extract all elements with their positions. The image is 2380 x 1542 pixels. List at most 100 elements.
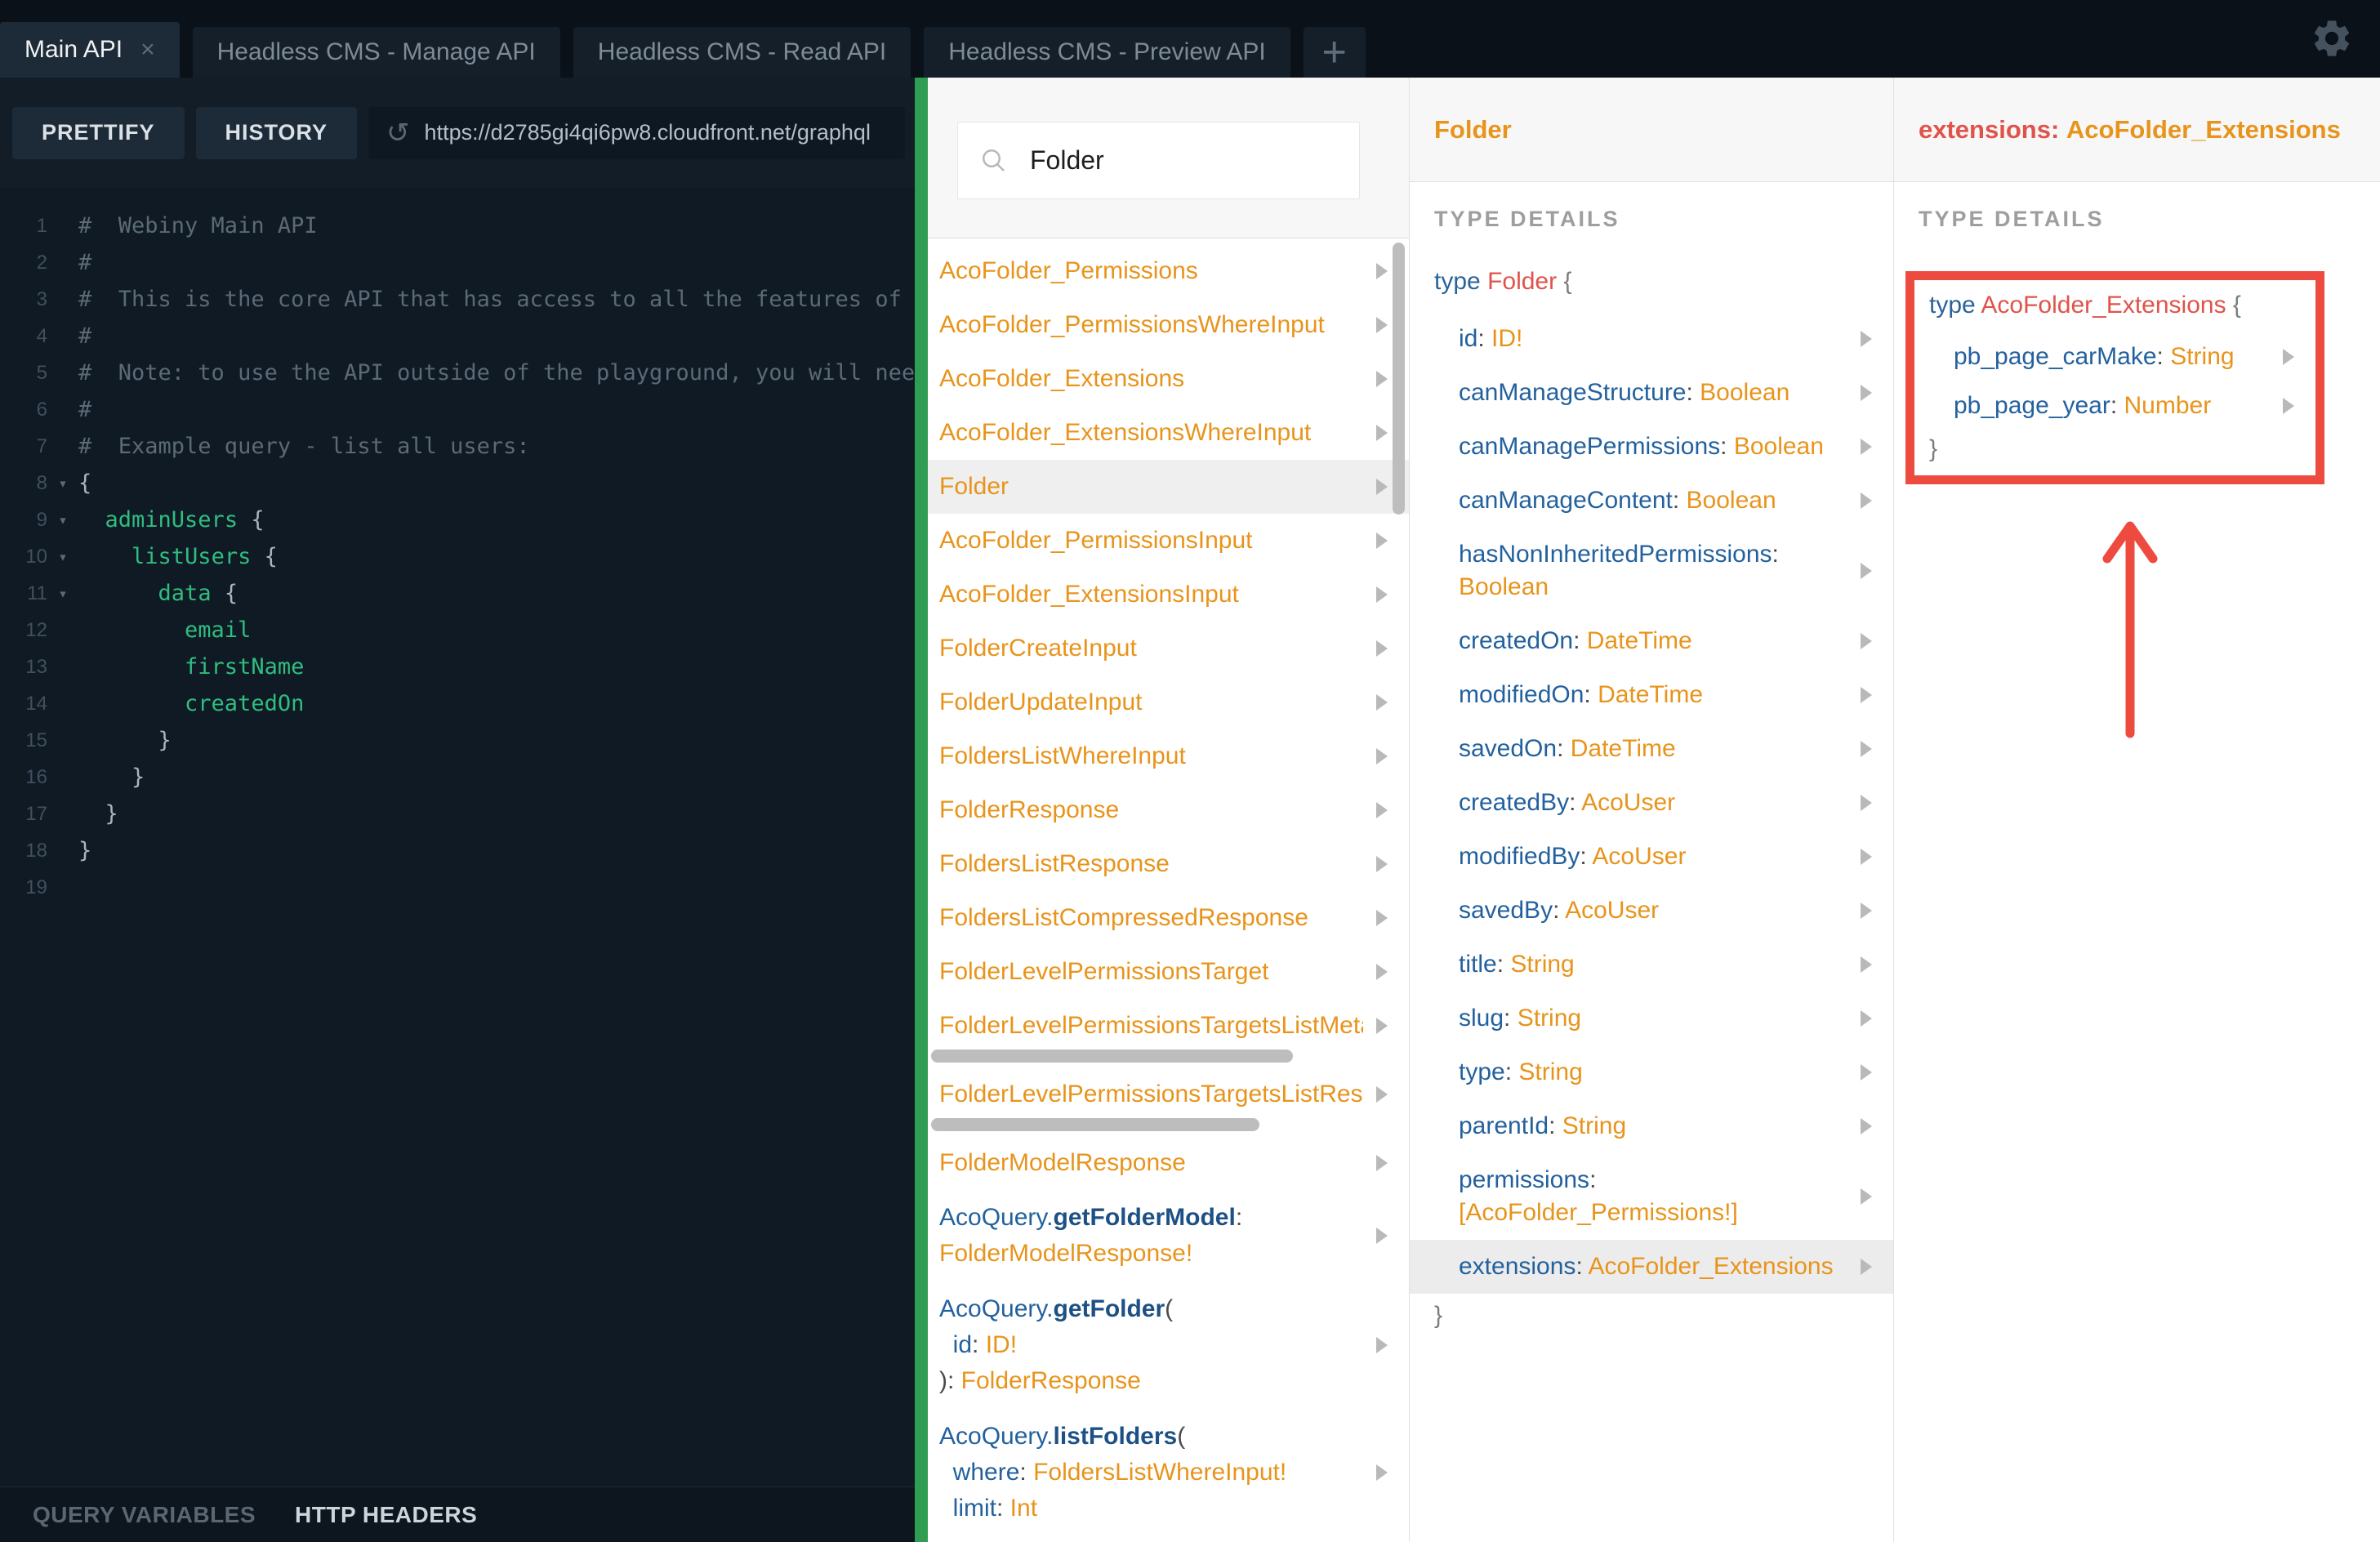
doc-item[interactable]: AcoFolder_Permissions xyxy=(928,244,1409,298)
text-segment xyxy=(78,507,105,533)
field-row[interactable]: modifiedBy: AcoUser xyxy=(1410,830,1893,884)
field-row[interactable]: canManageContent: Boolean xyxy=(1410,474,1893,528)
tab-main-api[interactable]: Main API × xyxy=(0,22,180,78)
doc-item[interactable]: FolderLevelPermissionsTarget xyxy=(928,945,1409,999)
code-editor[interactable]: 1 # Webiny Main API 2 #3 # This is the core … xyxy=(0,188,915,1486)
field-row[interactable]: savedOn: DateTime xyxy=(1410,722,1893,776)
line-number: 12 xyxy=(25,618,47,641)
doc-search-input[interactable] xyxy=(1030,145,1338,176)
field-row[interactable]: createdOn: DateTime xyxy=(1410,614,1893,668)
chevron-right-icon xyxy=(1861,1064,1872,1081)
line-number: 15 xyxy=(25,729,47,751)
field-type: Boolean xyxy=(1459,573,1549,600)
field-row[interactable]: id: ID! xyxy=(1410,312,1893,366)
field-row[interactable]: modifiedOn: DateTime xyxy=(1410,668,1893,722)
doc-item[interactable]: FolderResponse xyxy=(928,783,1409,837)
history-button[interactable]: HISTORY xyxy=(195,106,358,159)
editor-line: 19 xyxy=(0,869,915,906)
line-text: data { xyxy=(78,581,238,606)
doc-item[interactable]: AcoFolder_PermissionsInput xyxy=(928,514,1409,568)
chevron-right-icon xyxy=(1861,1259,1872,1275)
field-type: DateTime xyxy=(1570,735,1676,762)
chevron-right-icon xyxy=(1376,640,1388,657)
tab-headless-cms-manage-api[interactable]: Headless CMS - Manage API xyxy=(192,27,560,78)
field-name: parentId xyxy=(1459,1112,1549,1139)
close-icon[interactable]: × xyxy=(140,38,155,62)
field-row[interactable]: parentId: String xyxy=(1410,1099,1893,1153)
doc-item[interactable]: FoldersListResponse xyxy=(928,837,1409,891)
endpoint-url-field[interactable]: ↺ xyxy=(368,106,905,159)
field-row[interactable]: title: String xyxy=(1410,938,1893,992)
query-variables-tab[interactable]: QUERY VARIABLES xyxy=(33,1502,256,1528)
docs-panel-divider[interactable] xyxy=(915,78,928,1542)
tab-headless-cms-preview-api[interactable]: Headless CMS - Preview API xyxy=(924,27,1290,78)
doc-item[interactable]: FoldersListWhereInput xyxy=(928,729,1409,783)
fold-arrow-icon[interactable]: ▾ xyxy=(47,548,78,566)
doc-item[interactable]: AcoQuery.listFolders( where: FoldersList… xyxy=(928,1409,1409,1536)
doc-item-label: FoldersListResponse xyxy=(939,850,1170,878)
doc-item[interactable]: FoldersListCompressedResponse xyxy=(928,891,1409,945)
field-row[interactable]: permissions: [AcoFolder_Permissions!] xyxy=(1410,1153,1893,1240)
field-row[interactable]: pb_page_carMake: String xyxy=(1929,332,2315,381)
field-name: savedOn xyxy=(1459,735,1558,762)
field-name: modifiedOn xyxy=(1459,681,1584,708)
field-row[interactable]: type: String xyxy=(1410,1045,1893,1099)
http-headers-tab[interactable]: HTTP HEADERS xyxy=(295,1502,477,1528)
doc-item[interactable]: AcoQuery.getFolder( id: ID!): FolderResp… xyxy=(928,1281,1409,1409)
closing-brace: } xyxy=(1929,435,1938,462)
field-text: savedBy: AcoUser xyxy=(1459,894,1659,927)
fold-arrow-icon[interactable]: ▾ xyxy=(47,475,78,492)
doc-item[interactable]: AcoFolder_ExtensionsInput xyxy=(928,568,1409,622)
doc-item[interactable]: AcoFolder_PermissionsWhereInput xyxy=(928,298,1409,352)
field-colon: : xyxy=(1477,325,1492,352)
line-number: 17 xyxy=(25,802,47,825)
doc-item[interactable]: FolderLevelPermissionsTargetsListMeta xyxy=(928,999,1409,1053)
tab-headless-cms-read-api[interactable]: Headless CMS - Read API xyxy=(573,27,911,78)
prettify-button[interactable]: PRETTIFY xyxy=(12,106,185,159)
doc-item[interactable]: FolderLevelPermissionsTargetsListRespons… xyxy=(928,1067,1409,1121)
doc-item-line: limit: Int xyxy=(939,1491,1286,1526)
field-row[interactable]: canManagePermissions: Boolean xyxy=(1410,420,1893,474)
type-name: FolderResponse xyxy=(939,796,1120,823)
field-text: parentId: String xyxy=(1459,1110,1626,1143)
field-row[interactable]: pb_page_year: Number xyxy=(1929,381,2315,430)
field-colon: : xyxy=(1549,1112,1562,1139)
text-segment: AcoQuery. xyxy=(939,1295,1054,1322)
field-row[interactable]: hasNonInheritedPermissions: Boolean xyxy=(1410,528,1893,614)
field-text: hasNonInheritedPermissions: Boolean xyxy=(1459,538,1847,604)
settings-gear-icon[interactable] xyxy=(2310,16,2354,60)
field-row[interactable]: canManageStructure: Boolean xyxy=(1410,366,1893,420)
new-tab-button[interactable]: + xyxy=(1303,27,1366,78)
doc-item[interactable]: AcoFolder_Extensions xyxy=(928,352,1409,406)
type-declaration: type AcoFolder_Extensions { xyxy=(1929,292,2315,319)
field-row[interactable]: savedBy: AcoUser xyxy=(1410,884,1893,938)
text-segment: { xyxy=(78,470,92,496)
field-row[interactable]: slug: String xyxy=(1410,992,1893,1045)
doc-item[interactable]: AcoQuery.getFolderModel: FolderModelRespo… xyxy=(928,1190,1409,1281)
vertical-scrollbar[interactable] xyxy=(1393,243,1405,515)
chevron-right-icon xyxy=(1376,479,1388,495)
chevron-right-icon xyxy=(1376,1155,1388,1171)
field-row[interactable]: createdBy: AcoUser xyxy=(1410,776,1893,830)
field-name: hasNonInheritedPermissions xyxy=(1459,541,1772,568)
fold-arrow-icon[interactable]: ▾ xyxy=(47,585,78,603)
doc-item[interactable]: FolderCreateInput xyxy=(928,622,1409,675)
doc-item[interactable]: FolderModelResponse xyxy=(928,1136,1409,1190)
field-row[interactable]: extensions: AcoFolder_Extensions xyxy=(1410,1240,1893,1294)
doc-item[interactable]: AcoFolder_ExtensionsWhereInput xyxy=(928,406,1409,460)
fold-arrow-icon[interactable]: ▾ xyxy=(47,511,78,529)
doc-search-box[interactable] xyxy=(957,122,1360,199)
doc-item[interactable]: Folder xyxy=(928,460,1409,514)
tab-label: Headless CMS - Preview API xyxy=(948,38,1266,65)
text-segment: # Webiny Main API xyxy=(78,213,318,238)
endpoint-url-input[interactable] xyxy=(424,120,887,145)
doc-item[interactable]: FolderUpdateInput xyxy=(928,675,1409,729)
editor-line: 2 # xyxy=(0,244,915,281)
field-name: canManageStructure xyxy=(1459,379,1687,406)
text-segment: ( xyxy=(1177,1423,1186,1450)
refresh-icon[interactable]: ↺ xyxy=(386,119,410,147)
text-segment: : xyxy=(1235,1204,1243,1231)
text-segment: getFolder xyxy=(1053,1295,1165,1322)
editor-line: 3 # This is the core API that has access … xyxy=(0,281,915,318)
field-name: createdBy xyxy=(1459,789,1570,816)
